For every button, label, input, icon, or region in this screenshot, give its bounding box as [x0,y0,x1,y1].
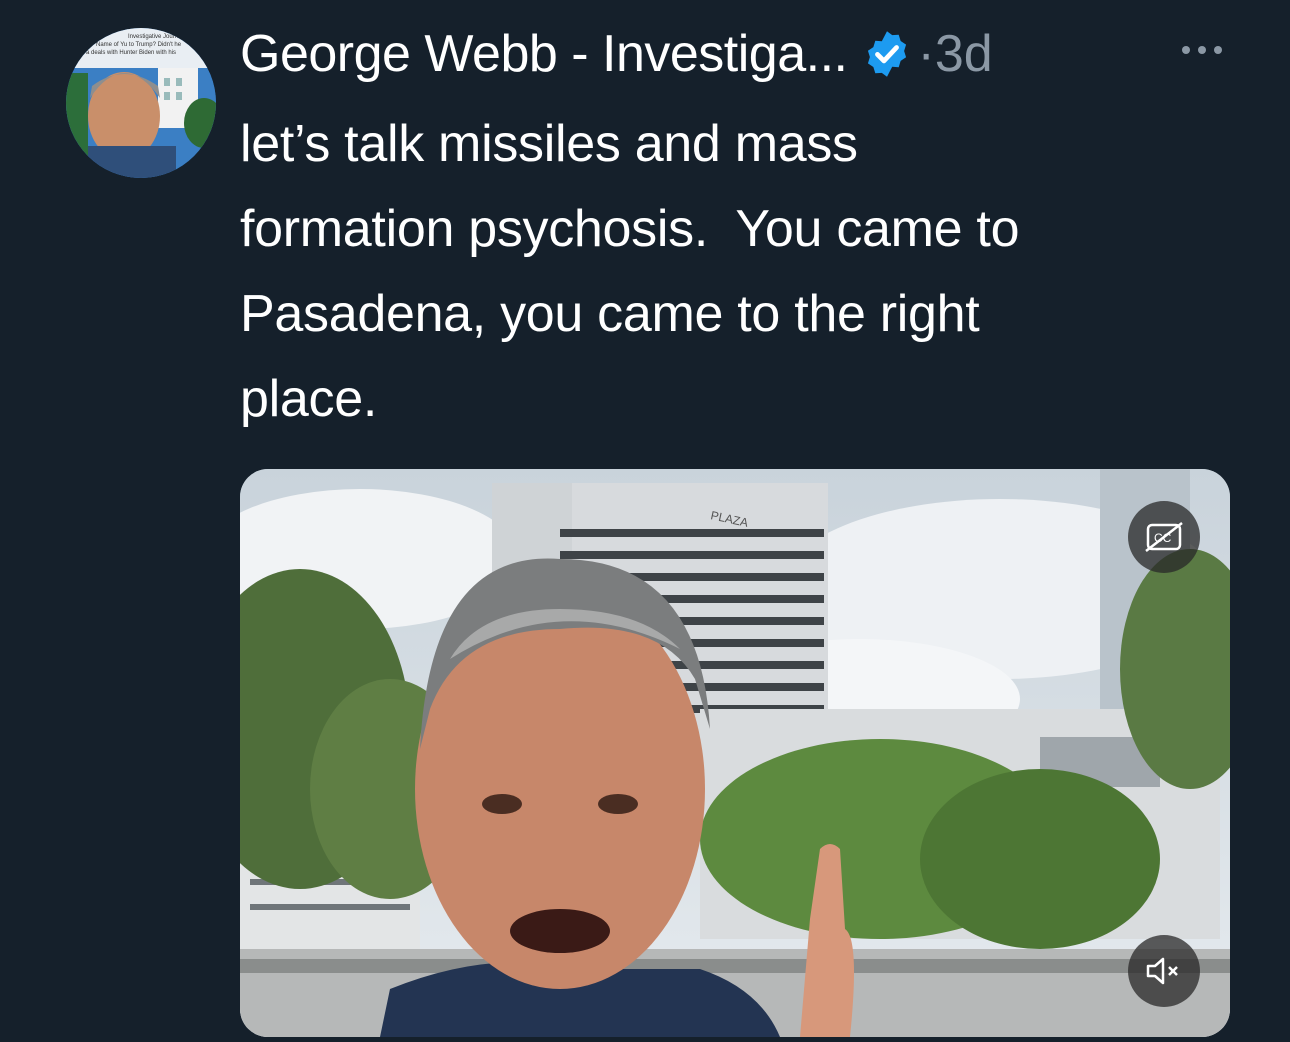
muted-speaker-icon [1146,957,1178,985]
avatar-caption-line-1: Investigative Journalist [128,34,189,40]
author-name[interactable]: George Webb - Investiga... [240,24,848,84]
more-options-icon [1182,46,1222,54]
tweet-header: George Webb - Investiga... · 3d [240,14,993,94]
avatar-caption-line-2: Name of Yu to Trump? Didn't he [96,42,182,48]
tweet[interactable]: Investigative Journalist Name of Yu to T… [0,0,1290,1042]
captions-off-icon: CC [1145,522,1183,552]
captions-button[interactable]: CC [1128,501,1200,573]
avatar-caption-line-3: a deals with Hunter Biden with his [86,50,176,56]
tweet-video[interactable]: PLAZA [240,469,1230,1037]
tweet-timestamp[interactable]: 3d [935,24,993,84]
more-options-button[interactable] [1172,30,1232,70]
header-separator: · [917,25,935,83]
verified-badge-icon [861,28,913,80]
author-avatar[interactable]: Investigative Journalist Name of Yu to T… [66,28,216,178]
video-frame: PLAZA [240,469,1230,1037]
mute-button[interactable] [1128,935,1200,1007]
tweet-text: let’s talk missiles and mass formation p… [240,115,1020,428]
